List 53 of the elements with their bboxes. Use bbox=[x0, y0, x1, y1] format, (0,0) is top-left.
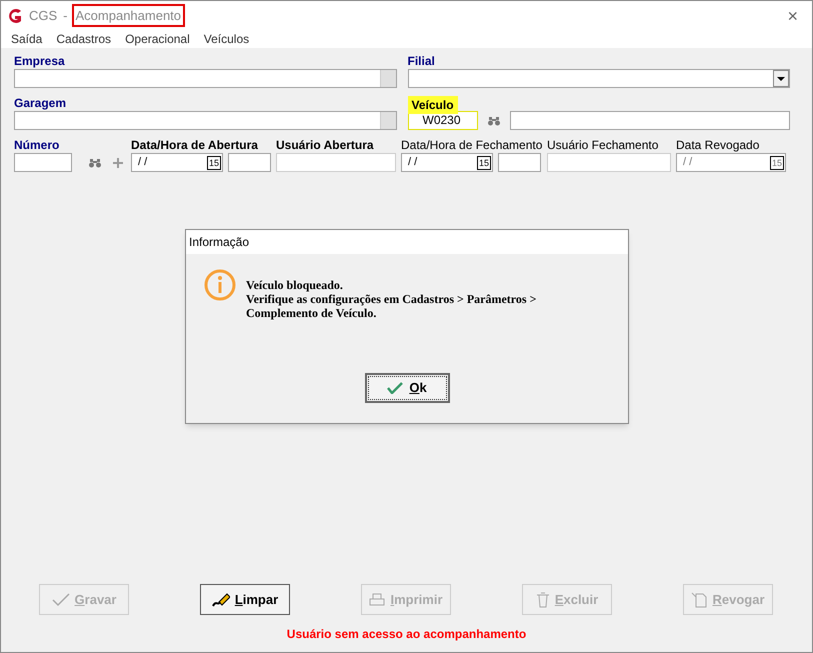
number-field[interactable] bbox=[14, 153, 72, 172]
field-label: Usuário Abertura bbox=[276, 138, 375, 152]
time-field[interactable] bbox=[498, 153, 541, 172]
binoculars-icon[interactable] bbox=[488, 116, 500, 126]
binoculars-icon[interactable] bbox=[89, 158, 101, 168]
field-label: Data/Hora de Fechamento bbox=[401, 138, 542, 152]
check-icon bbox=[387, 382, 404, 394]
menu-item[interactable]: Operacional bbox=[125, 30, 190, 48]
lookup-field[interactable] bbox=[14, 69, 396, 88]
lookup-field[interactable] bbox=[14, 111, 396, 130]
date-field[interactable]: / / 15 bbox=[676, 153, 786, 172]
app-logo-icon bbox=[7, 8, 23, 24]
field-label: Veículo bbox=[408, 96, 458, 114]
menu-item[interactable]: Veículos bbox=[204, 30, 250, 48]
field-label: Filial bbox=[408, 54, 436, 68]
close-button[interactable]: × bbox=[779, 6, 806, 24]
field-label: Garagem bbox=[14, 96, 68, 110]
status-message: Usuário sem acesso ao acompanhamento bbox=[286, 626, 526, 642]
lookup-button[interactable] bbox=[380, 112, 396, 129]
plus-icon[interactable] bbox=[113, 158, 123, 168]
document-icon bbox=[691, 592, 708, 608]
time-field[interactable] bbox=[228, 153, 271, 172]
lookup-button[interactable] bbox=[380, 70, 396, 87]
app-name: CGS bbox=[29, 6, 58, 25]
dialog-title: Informação bbox=[189, 234, 250, 251]
menu-item[interactable]: Saída bbox=[11, 30, 42, 48]
info-icon bbox=[204, 269, 236, 301]
field-label: Número bbox=[14, 138, 60, 152]
date-field[interactable]: / / 15 bbox=[401, 153, 493, 172]
window-title: Acompanhamento bbox=[74, 6, 184, 26]
date-value: / / bbox=[683, 155, 692, 170]
calendar-button[interactable]: 15 bbox=[207, 156, 221, 170]
action-button[interactable]: Limpar bbox=[200, 584, 290, 615]
dropdown-field[interactable] bbox=[408, 69, 790, 88]
check-icon bbox=[52, 592, 70, 606]
calendar-button[interactable]: 15 bbox=[477, 156, 491, 170]
eraser-icon bbox=[212, 592, 230, 608]
menu-item[interactable]: Cadastros bbox=[56, 30, 112, 48]
dialog-message: Veículo bloqueado. bbox=[246, 278, 344, 292]
ok-button[interactable]: Ok bbox=[364, 373, 450, 403]
trash-icon bbox=[536, 592, 550, 608]
dialog-message: Complemento de Veículo. bbox=[246, 306, 378, 320]
date-value: / / bbox=[138, 155, 148, 170]
field-label: Empresa bbox=[14, 54, 66, 68]
printer-icon bbox=[369, 592, 386, 606]
date-field[interactable]: / / 15 bbox=[131, 153, 223, 172]
field-label: Data/Hora de Abertura bbox=[131, 138, 259, 152]
field-label: Usuário Fechamento bbox=[547, 138, 660, 152]
calendar-button[interactable]: 15 bbox=[770, 156, 784, 170]
title-separator: - bbox=[63, 6, 68, 25]
date-value: / / bbox=[408, 155, 418, 170]
dialog-message: Verifique as configurações em Cadastros > Parâmetros > bbox=[246, 292, 536, 306]
field-label: Data Revogado bbox=[676, 138, 760, 152]
